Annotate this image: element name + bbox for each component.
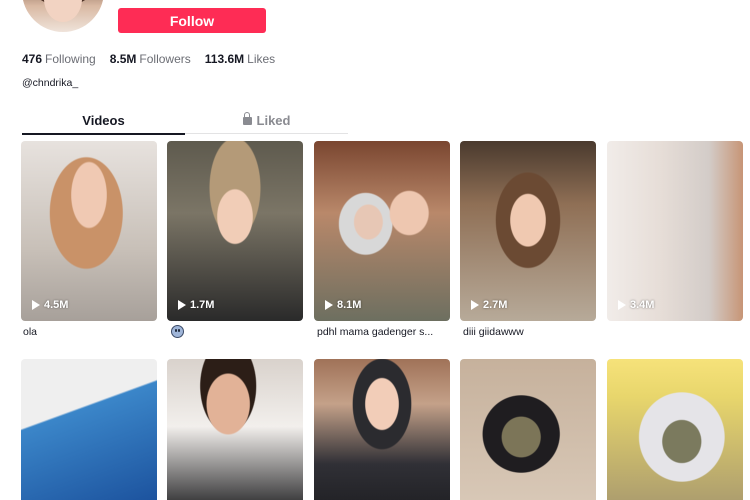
- video-thumbnail[interactable]: 1.7M: [167, 141, 303, 321]
- video-thumbnail[interactable]: 2.7M: [460, 141, 596, 321]
- stat-likes: 113.6M Likes: [205, 52, 275, 66]
- play-icon: [618, 300, 626, 310]
- video-caption[interactable]: ola: [23, 326, 37, 338]
- video-thumbnail[interactable]: [314, 359, 450, 500]
- tab-videos-label: Videos: [82, 113, 125, 128]
- view-count: 4.5M: [32, 299, 68, 311]
- view-count-value: 3.4M: [630, 299, 655, 311]
- play-icon: [178, 300, 186, 310]
- profile-stats: 476 Following 8.5M Followers 113.6M Likes: [22, 52, 289, 66]
- stat-followers[interactable]: 8.5M Followers: [110, 52, 191, 66]
- view-count-value: 2.7M: [483, 299, 508, 311]
- video-thumbnail[interactable]: [21, 359, 157, 500]
- video-thumbnail[interactable]: [460, 359, 596, 500]
- avatar-face: [44, 0, 82, 22]
- stat-likes-count: 113.6M: [204, 52, 245, 66]
- tab-liked[interactable]: Liked: [185, 112, 348, 134]
- view-count: 8.1M: [325, 299, 361, 311]
- video-thumbnail[interactable]: 8.1M: [314, 141, 450, 321]
- video-thumbnail[interactable]: 3.4M: [607, 141, 743, 321]
- tab-videos[interactable]: Videos: [22, 113, 185, 135]
- view-count-value: 4.5M: [44, 299, 69, 311]
- stat-following[interactable]: 476 Following: [22, 52, 96, 66]
- video-thumbnail[interactable]: 4.5M: [21, 141, 157, 321]
- stat-likes-label: Likes: [247, 52, 276, 66]
- follow-button[interactable]: Follow: [118, 8, 266, 33]
- view-count-value: 1.7M: [190, 299, 215, 311]
- video-caption[interactable]: pdhl mama gadenger s...: [317, 326, 433, 338]
- tab-liked-label: Liked: [256, 113, 291, 128]
- view-count: 2.7M: [471, 299, 507, 311]
- play-icon: [32, 300, 40, 310]
- profile-handle: @chndrika_: [22, 77, 79, 89]
- view-count: 1.7M: [178, 299, 214, 311]
- view-count-value: 8.1M: [337, 299, 362, 311]
- video-caption[interactable]: diii giidawww: [463, 326, 524, 338]
- play-icon: [325, 300, 333, 310]
- stat-following-count: 476: [22, 52, 43, 66]
- video-thumbnail[interactable]: [607, 359, 743, 500]
- stat-following-label: Following: [45, 52, 96, 66]
- stat-followers-count: 8.5M: [109, 52, 137, 66]
- play-icon: [471, 300, 479, 310]
- profile-tabs: Videos Liked: [22, 112, 348, 135]
- lock-icon: [242, 112, 252, 126]
- face-emoji-icon: [171, 325, 184, 338]
- view-count: 3.4M: [618, 299, 654, 311]
- stat-followers-label: Followers: [139, 52, 191, 66]
- video-thumbnail[interactable]: [167, 359, 303, 500]
- profile-avatar: [22, 0, 104, 32]
